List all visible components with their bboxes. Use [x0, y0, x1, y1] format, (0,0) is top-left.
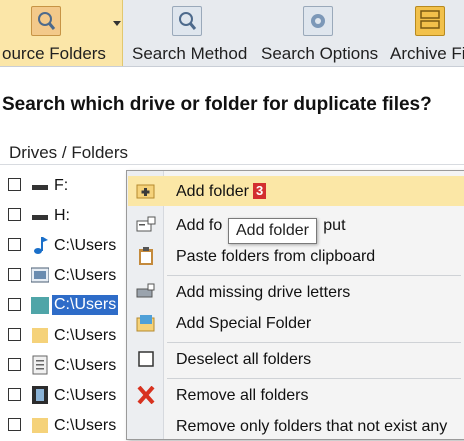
add-input-icon [136, 216, 156, 234]
menu-item-label: Add Special Folder [176, 315, 312, 332]
add-folder-icon [136, 182, 156, 200]
list-item-label: H: [54, 207, 70, 224]
drive-add-icon [136, 283, 156, 301]
list-item-label: C:\Users [54, 327, 117, 344]
archive-files-button[interactable]: Archive Fi [381, 0, 464, 66]
checkbox[interactable] [8, 208, 21, 221]
menu-item-label: Paste folders from clipboard [176, 248, 376, 265]
search-options-button[interactable]: Search Options [252, 0, 380, 66]
menu-item-remove-all[interactable]: Remove all folders [128, 380, 464, 410]
archive-cabinet-icon [415, 6, 445, 36]
source-folders-button[interactable]: ource Folders [0, 0, 123, 66]
menu-separator [167, 275, 461, 276]
drive-icon [31, 205, 49, 225]
context-menu: Add folder 3 Add fo put Paste folders from… [126, 170, 464, 440]
menu-item-remove-nonexistent[interactable]: Remove only folders that not exist any [128, 411, 464, 441]
step-badge: 3 [252, 183, 267, 199]
gear-icon [303, 6, 333, 36]
menu-item-add-folder[interactable]: Add folder 3 [128, 176, 464, 206]
checkbox[interactable] [8, 328, 21, 341]
drive-icon [31, 175, 49, 195]
checkbox-icon [136, 350, 156, 368]
list-item-label: C:\Users [54, 267, 117, 284]
toolbar: ource Folders Search Method Search Optio… [0, 0, 464, 67]
special-folder-icon [136, 314, 156, 332]
search-options-label: Search Options [261, 44, 379, 63]
document-icon [31, 355, 49, 375]
archive-files-label: Archive Fi [390, 44, 464, 63]
menu-item-label: Add fo [176, 217, 223, 234]
checkbox[interactable] [8, 388, 21, 401]
menu-separator [167, 378, 461, 379]
header-divider [0, 164, 464, 165]
menu-item-label-tail: put [323, 217, 346, 234]
magnifier-folder-icon [31, 6, 61, 36]
checkbox[interactable] [8, 268, 21, 281]
drives-folders-column-header[interactable]: Drives / Folders [9, 143, 128, 163]
page-title: Search which drive or folder for duplica… [2, 94, 432, 115]
menu-item-label: Remove only folders that not exist any [176, 418, 448, 435]
menu-item-label: Add folder [176, 183, 249, 200]
folder-icon [31, 415, 49, 435]
source-folders-label: ource Folders [2, 44, 106, 63]
magnifier-icon [172, 6, 202, 36]
list-item-label: F: [54, 177, 69, 194]
menu-item-deselect-all[interactable]: Deselect all folders [128, 344, 464, 374]
menu-item-paste-folders[interactable]: Paste folders from clipboard [128, 241, 464, 271]
music-note-icon [31, 235, 49, 255]
picture-folder-icon [30, 265, 50, 285]
menu-separator [167, 342, 461, 343]
red-x-icon [136, 385, 156, 405]
checkbox[interactable] [8, 358, 21, 371]
list-item-label: C:\Users [54, 387, 117, 404]
menu-item-add-missing-drives[interactable]: Add missing drive letters [128, 277, 464, 307]
tooltip: Add folder [228, 218, 317, 244]
menu-item-label: Add missing drive letters [176, 284, 351, 301]
search-method-label: Search Method [132, 44, 248, 63]
checkbox[interactable] [8, 178, 21, 191]
clipboard-icon [136, 247, 156, 265]
checkbox[interactable] [8, 418, 21, 431]
folder-icon [31, 325, 49, 345]
film-icon [31, 385, 49, 405]
checkbox[interactable] [8, 298, 21, 311]
search-method-button[interactable]: Search Method [124, 0, 251, 66]
chevron-down-icon[interactable] [113, 21, 121, 26]
teal-folder-icon [31, 295, 49, 315]
menu-item-label: Remove all folders [176, 387, 309, 404]
list-item-label: C:\Users [52, 295, 119, 315]
list-item-label: C:\Users [54, 237, 117, 254]
list-item-label: C:\Users [54, 357, 117, 374]
checkbox[interactable] [8, 238, 21, 251]
list-item-label: C:\Users [54, 417, 117, 434]
menu-item-add-special-folder[interactable]: Add Special Folder [128, 308, 464, 338]
menu-item-label: Deselect all folders [176, 351, 312, 368]
